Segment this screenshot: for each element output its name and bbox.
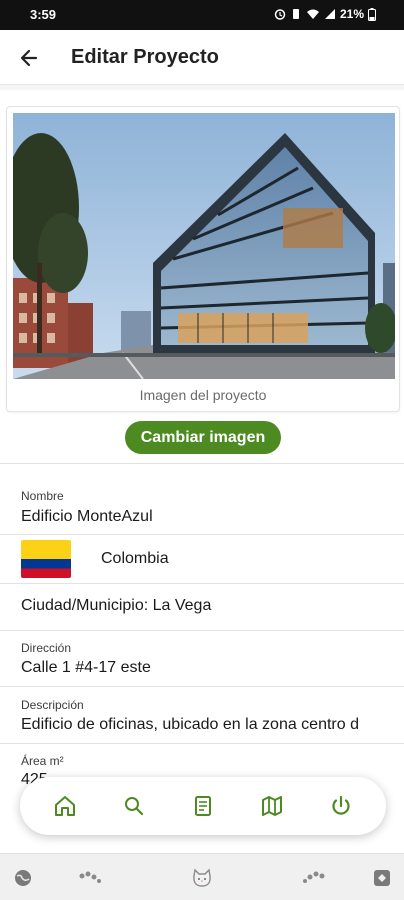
divider — [0, 686, 404, 687]
paw-icon[interactable] — [302, 866, 326, 890]
nav-search-button[interactable] — [114, 786, 154, 826]
image-caption: Imagen del proyecto — [139, 387, 267, 403]
divider — [0, 743, 404, 744]
divider — [0, 630, 404, 631]
nav-document-button[interactable] — [183, 786, 223, 826]
home-icon — [54, 796, 75, 816]
city-field[interactable]: Ciudad/Municipio: La Vega — [21, 597, 381, 615]
system-navigation-bar — [0, 853, 404, 900]
project-image-card: Imagen del proyecto — [6, 106, 400, 412]
nav-map-button[interactable] — [252, 786, 292, 826]
name-label: Nombre — [21, 489, 64, 503]
colombia-flag-icon — [21, 540, 71, 578]
area-label: Área m² — [21, 754, 64, 768]
description-label: Descripción — [21, 698, 84, 712]
divider — [0, 463, 404, 464]
battery-icon — [368, 7, 376, 21]
document-icon — [194, 796, 211, 816]
app-switcher-icon[interactable] — [370, 866, 394, 890]
app-bar: Editar Proyecto — [0, 30, 404, 85]
battery-percent: 21% — [339, 7, 364, 21]
divider — [0, 534, 404, 535]
divider — [0, 583, 404, 584]
map-icon — [262, 796, 283, 816]
signal-icon — [324, 8, 336, 20]
status-time: 3:59 — [30, 7, 57, 22]
country-select[interactable]: Colombia — [101, 550, 169, 568]
description-field[interactable]: Edificio de oficinas, ubicado en la zona… — [21, 716, 387, 734]
address-field[interactable]: Calle 1 #4-17 este — [21, 659, 381, 677]
paw-icon[interactable] — [78, 866, 102, 890]
name-field[interactable]: Edificio MonteAzul — [21, 508, 381, 526]
status-icons: 21% — [274, 7, 376, 21]
search-icon — [124, 797, 143, 816]
arrow-left-icon — [20, 49, 38, 67]
cat-icon[interactable] — [190, 866, 214, 890]
back-button[interactable] — [14, 43, 44, 73]
nav-home-button[interactable] — [45, 786, 85, 826]
change-image-button[interactable]: Cambiar imagen — [125, 421, 281, 454]
nav-logout-button[interactable] — [321, 786, 361, 826]
page-title: Editar Proyecto — [71, 46, 219, 68]
alarm-icon — [274, 8, 286, 20]
status-bar: 3:59 21% — [0, 0, 404, 30]
globe-icon[interactable] — [11, 866, 35, 890]
vibrate-icon — [290, 8, 302, 20]
power-icon — [332, 795, 350, 815]
project-image — [13, 113, 395, 379]
header-divider — [0, 85, 404, 90]
wifi-icon — [306, 8, 320, 20]
address-label: Dirección — [21, 641, 72, 655]
bottom-navigation — [20, 777, 386, 835]
